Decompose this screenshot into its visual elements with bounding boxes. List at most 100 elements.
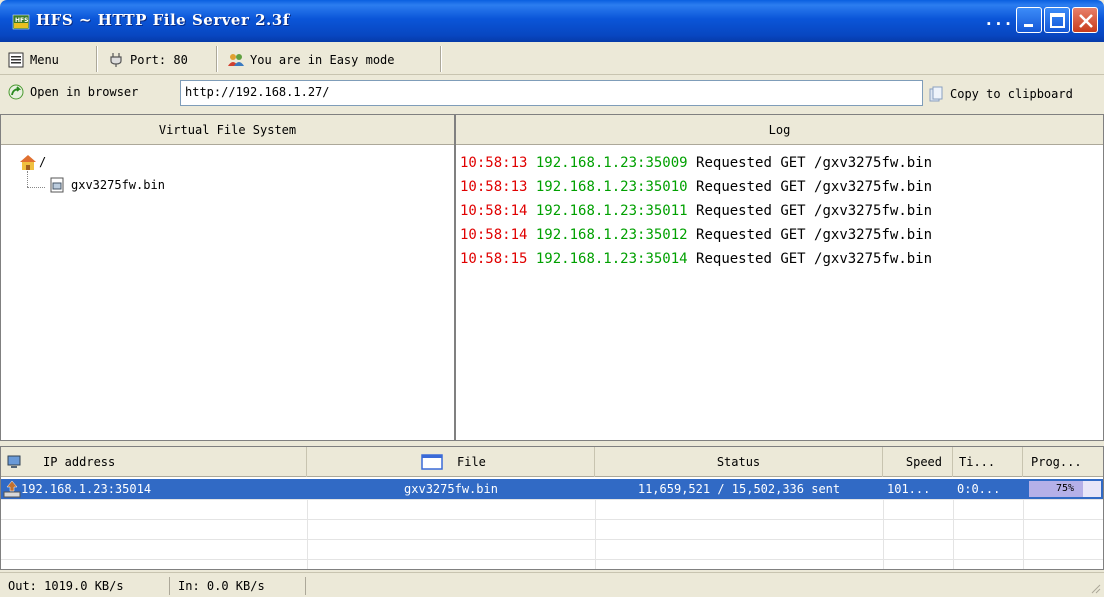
column-divider (307, 499, 308, 569)
toolbar-divider (440, 46, 442, 72)
connections-list[interactable]: IP address File Status Speed Ti... Prog.… (0, 446, 1104, 570)
connection-speed: 101... (887, 482, 931, 496)
copy-to-clipboard-button[interactable]: Copy to clipboard (928, 83, 1073, 105)
column-ip-address[interactable]: IP address (1, 447, 307, 477)
tree-root-label: / (39, 155, 47, 169)
log-time: 10:58:13 (460, 155, 528, 171)
log-list: 10:58:13 192.168.1.23:35009 Requested GE… (460, 151, 1103, 271)
binary-file-icon (50, 177, 64, 193)
tree-connector (27, 171, 28, 187)
close-button[interactable] (1072, 7, 1098, 33)
log-message: Requested GET /gxv3275fw.bin (696, 179, 933, 195)
menu-button[interactable]: Menu (8, 50, 59, 70)
mode-label: You are in Easy mode (250, 53, 395, 67)
log-entry: 10:58:15 192.168.1.23:35014 Requested GE… (460, 247, 1103, 271)
toolbar-divider (96, 46, 98, 72)
connections-header: IP address File Status Speed Ti... Prog.… (1, 447, 1103, 477)
log-header: Log (456, 115, 1103, 145)
log-entry: 10:58:13 192.168.1.23:35010 Requested GE… (460, 175, 1103, 199)
port-button[interactable]: Port: 80 (108, 50, 188, 70)
row-divider (1, 559, 1103, 560)
copy-label: Copy to clipboard (950, 87, 1073, 101)
status-out-speed: Out: 1019.0 KB/s (0, 577, 170, 595)
hfs-app-icon: HFS (12, 14, 30, 30)
log-time: 10:58:14 (460, 203, 528, 219)
log-address: 192.168.1.23:35011 (535, 203, 688, 219)
log-address: 192.168.1.23:35009 (535, 155, 688, 171)
column-file[interactable]: File (307, 447, 595, 477)
port-label: Port: 80 (130, 53, 188, 67)
log-time: 10:58:15 (460, 251, 528, 267)
log-message: Requested GET /gxv3275fw.bin (696, 251, 933, 267)
svg-text:HFS: HFS (15, 17, 28, 24)
column-progress-label: Prog... (1031, 455, 1082, 469)
window-title: HFS ~ HTTP File Server 2.3f (36, 11, 290, 29)
log-message: Requested GET /gxv3275fw.bin (696, 155, 933, 171)
close-icon (1079, 14, 1093, 28)
column-divider (953, 499, 954, 569)
log-entry: 10:58:14 192.168.1.23:35011 Requested GE… (460, 199, 1103, 223)
open-arrow-icon (8, 84, 24, 100)
toolbar-divider (216, 46, 218, 72)
column-divider (883, 499, 884, 569)
column-speed-label: Speed (905, 455, 942, 469)
column-ip-label: IP address (43, 455, 116, 469)
home-folder-icon (20, 155, 36, 170)
upload-user-icon (3, 480, 21, 498)
column-progress[interactable]: Prog... (1023, 447, 1103, 477)
title-dots-button[interactable]: ... (984, 10, 1013, 29)
column-status-label: Status (716, 455, 761, 469)
menu-label: Menu (30, 53, 59, 67)
tree-file-label: gxv3275fw.bin (71, 178, 165, 192)
maximize-icon (1050, 13, 1065, 28)
resize-grip-icon[interactable] (1089, 582, 1101, 594)
column-time-label: Ti... (959, 455, 996, 469)
log-address: 192.168.1.23:35010 (535, 179, 688, 195)
connection-file: gxv3275fw.bin (404, 482, 498, 496)
virtual-file-system-panel[interactable]: Virtual File System / gxv3275fw.bin (0, 114, 455, 441)
row-divider (1, 499, 1103, 500)
clipboard-icon (929, 86, 943, 102)
maximize-button[interactable] (1044, 7, 1070, 33)
log-address: 192.168.1.23:35012 (535, 227, 688, 243)
users-icon (228, 54, 244, 66)
minimize-icon (1024, 24, 1033, 27)
tree-file-node[interactable]: gxv3275fw.bin (49, 177, 165, 193)
column-divider (595, 499, 596, 569)
status-in-speed: In: 0.0 KB/s (170, 577, 306, 595)
open-in-browser-label: Open in browser (30, 85, 139, 99)
tree-root-node[interactable]: / (19, 153, 46, 171)
network-icon (7, 455, 21, 468)
log-panel[interactable]: Log 10:58:13 192.168.1.23:35009 Requeste… (455, 114, 1104, 441)
status-bar: Out: 1019.0 KB/s In: 0.0 KB/s (0, 572, 1104, 597)
menu-icon (8, 52, 24, 68)
log-address: 192.168.1.23:35014 (535, 251, 688, 267)
log-time: 10:58:13 (460, 179, 528, 195)
plug-icon (110, 53, 122, 67)
mode-button[interactable]: You are in Easy mode (228, 50, 395, 70)
log-entry: 10:58:14 192.168.1.23:35012 Requested GE… (460, 223, 1103, 247)
title-bar[interactable]: HFS HFS ~ HTTP File Server 2.3f ... (0, 0, 1104, 42)
connection-status: 11,659,521 / 15,502,336 sent (637, 482, 841, 496)
connection-progress-bar: 75% (1029, 481, 1101, 497)
log-message: Requested GET /gxv3275fw.bin (696, 203, 933, 219)
toolbar: Menu Port: 80 You are in Easy mode (0, 42, 1104, 75)
row-divider (1, 519, 1103, 520)
column-time[interactable]: Ti... (953, 447, 1023, 477)
url-field[interactable]: http://192.168.1.27/ (180, 80, 923, 106)
vfs-header: Virtual File System (1, 115, 454, 145)
column-status[interactable]: Status (595, 447, 883, 477)
connection-time: 0:0... (957, 482, 1001, 496)
log-entry: 10:58:13 192.168.1.23:35009 Requested GE… (460, 151, 1103, 175)
connection-row[interactable]: 192.168.1.23:35014 gxv3275fw.bin 11,659,… (1, 479, 1103, 499)
column-divider (1023, 499, 1024, 569)
tree-connector (27, 187, 45, 188)
open-in-browser-button[interactable]: Open in browser (8, 82, 138, 102)
column-file-label: File (457, 455, 486, 469)
log-message: Requested GET /gxv3275fw.bin (696, 227, 933, 243)
log-time: 10:58:14 (460, 227, 528, 243)
column-speed[interactable]: Speed (883, 447, 953, 477)
row-divider (1, 539, 1103, 540)
file-window-icon (421, 454, 443, 470)
minimize-button[interactable] (1016, 7, 1042, 33)
